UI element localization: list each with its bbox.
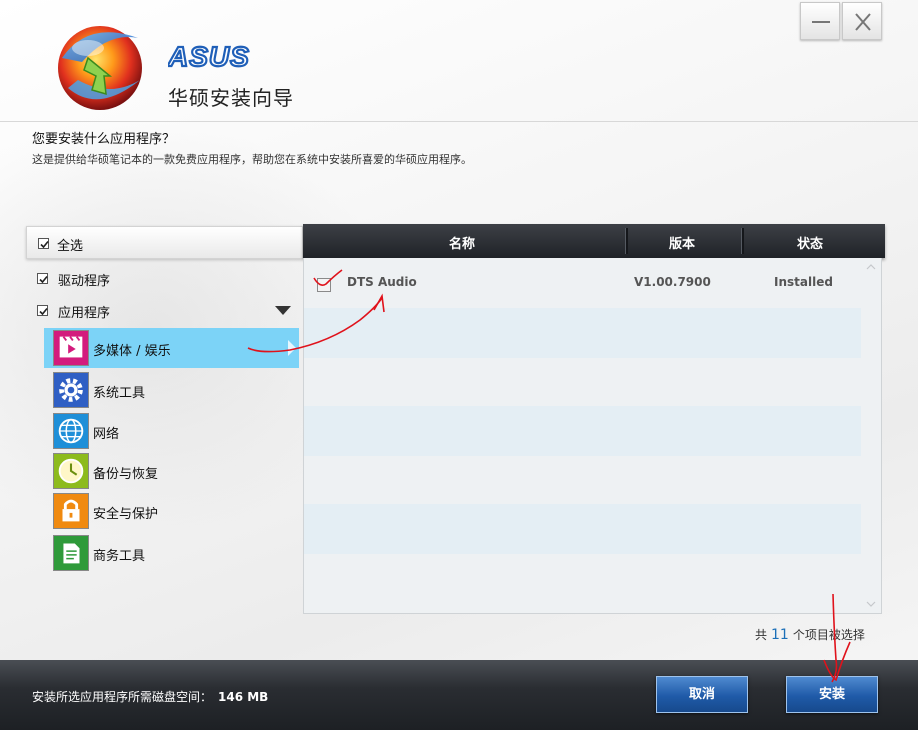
disk-space-value: 146 MB xyxy=(218,690,269,704)
category-label: 安全与保护 xyxy=(93,507,159,522)
asus-orb-logo-icon xyxy=(58,26,142,110)
intro-description: 这是提供给华硕笔记本的一款免费应用程序，帮助您在系统中安装所喜爱的华硕应用程序。 xyxy=(32,153,472,166)
close-icon xyxy=(855,13,871,31)
app-version-cell: V1.00.7900 xyxy=(634,275,711,289)
category-label: 系统工具 xyxy=(93,386,146,401)
count-suffix: 个项目被选择 xyxy=(792,628,865,642)
app-name-cell: DTS Audio xyxy=(347,275,417,289)
row-checkbox[interactable] xyxy=(317,278,331,292)
app-table-header: 名称 版本 状态 xyxy=(303,224,885,258)
applications-checkbox[interactable] xyxy=(37,305,48,316)
selected-count: 共 11 个项目被选择 xyxy=(755,626,865,643)
checkmark-icon xyxy=(40,240,49,249)
intro-question: 您要安装什么应用程序？ xyxy=(32,132,176,147)
scroll-down-icon[interactable] xyxy=(866,601,876,607)
table-scrollbar[interactable] xyxy=(861,258,881,613)
column-separator xyxy=(741,228,744,254)
count-prefix: 共 xyxy=(755,628,768,642)
app-status-cell: Installed xyxy=(774,275,833,289)
select-all-label: 全选 xyxy=(57,239,84,254)
header-divider xyxy=(0,121,918,122)
table-row[interactable]: DTS Audio V1.00.7900 Installed xyxy=(304,258,862,308)
table-row-stripe xyxy=(304,406,862,456)
category-system-tools[interactable]: 系统工具 xyxy=(44,370,299,410)
gear-icon xyxy=(53,372,89,408)
category-network[interactable]: 网络 xyxy=(44,411,299,451)
wizard-title: 华硕安装向导 xyxy=(168,86,294,110)
category-backup-restore[interactable]: 备份与恢复 xyxy=(44,451,299,491)
asus-brand-logo: ASUS xyxy=(168,42,250,72)
select-all-checkbox[interactable] xyxy=(38,238,49,249)
disk-space-label: 安装所选应用程序所需磁盘空间： xyxy=(32,690,213,704)
app-table-body: DTS Audio V1.00.7900 Installed xyxy=(303,258,882,614)
category-label: 备份与恢复 xyxy=(93,467,159,482)
close-button[interactable] xyxy=(842,2,882,40)
category-label: 商务工具 xyxy=(93,549,146,564)
checkmark-icon xyxy=(39,307,48,316)
globe-icon xyxy=(53,413,89,449)
minimize-icon xyxy=(812,21,830,23)
asus-install-wizard-window: ASUS 华硕安装向导 您要安装什么应用程序？ 这是提供给华硕笔记本的一款免费应… xyxy=(0,0,918,730)
disk-space-info: 安装所选应用程序所需磁盘空间： 146 MB xyxy=(32,688,268,705)
table-row-stripe xyxy=(304,308,862,358)
clock-icon xyxy=(53,453,89,489)
footer-bar: 安装所选应用程序所需磁盘空间： 146 MB 取消 安装 xyxy=(0,660,918,730)
category-security[interactable]: 安全与保护 xyxy=(44,491,299,531)
cancel-button[interactable]: 取消 xyxy=(656,676,748,713)
column-version-header[interactable]: 版本 xyxy=(669,233,695,252)
select-all-row[interactable]: 全选 xyxy=(26,226,303,259)
expand-triangle-icon[interactable] xyxy=(275,306,291,316)
chevron-right-icon xyxy=(288,340,296,356)
count-number: 11 xyxy=(771,627,789,643)
drivers-label[interactable]: 驱动程序 xyxy=(58,270,110,289)
minimize-button[interactable] xyxy=(800,2,840,40)
drivers-checkbox[interactable] xyxy=(37,273,48,284)
lock-icon xyxy=(53,493,89,529)
install-button[interactable]: 安装 xyxy=(786,676,878,713)
checkmark-icon xyxy=(39,275,48,284)
category-label: 多媒体 / 娱乐 xyxy=(93,344,171,359)
svg-text:ASUS: ASUS xyxy=(168,42,250,72)
document-icon xyxy=(53,535,89,571)
category-label: 网络 xyxy=(93,427,120,442)
category-multimedia[interactable]: 多媒体 / 娱乐 xyxy=(44,328,299,368)
applications-label[interactable]: 应用程序 xyxy=(58,302,110,321)
column-name-header[interactable]: 名称 xyxy=(449,233,475,252)
table-row-stripe xyxy=(304,504,862,554)
column-status-header[interactable]: 状态 xyxy=(797,233,823,252)
column-separator xyxy=(625,228,628,254)
multimedia-icon xyxy=(53,330,89,366)
category-business-tools[interactable]: 商务工具 xyxy=(44,533,299,573)
scroll-up-icon[interactable] xyxy=(866,264,876,270)
